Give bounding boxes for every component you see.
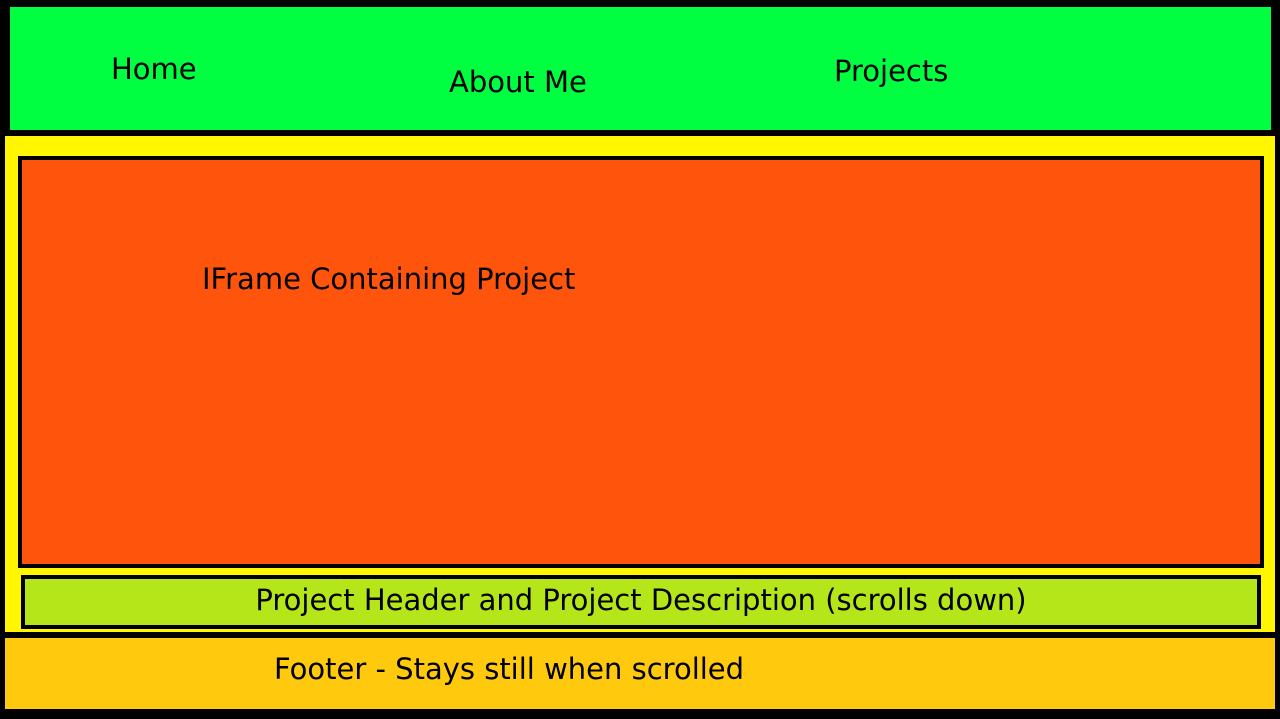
- footer: Footer - Stays still when scrolled: [5, 638, 1275, 709]
- project-iframe[interactable]: IFrame Containing Project: [18, 156, 1264, 568]
- content-area: IFrame Containing Project Project Header…: [5, 136, 1275, 632]
- footer-label: Footer - Stays still when scrolled: [274, 652, 745, 686]
- project-description-label: Project Header and Project Description (…: [255, 583, 1027, 617]
- nav-item-about-me[interactable]: About Me: [449, 65, 587, 99]
- nav-bar: Home About Me Projects: [10, 7, 1271, 130]
- iframe-label: IFrame Containing Project: [202, 262, 576, 296]
- nav-item-home[interactable]: Home: [111, 52, 197, 86]
- project-description[interactable]: Project Header and Project Description (…: [21, 575, 1261, 629]
- page: Home About Me Projects IFrame Containing…: [0, 0, 1280, 719]
- nav-item-projects[interactable]: Projects: [834, 54, 948, 88]
